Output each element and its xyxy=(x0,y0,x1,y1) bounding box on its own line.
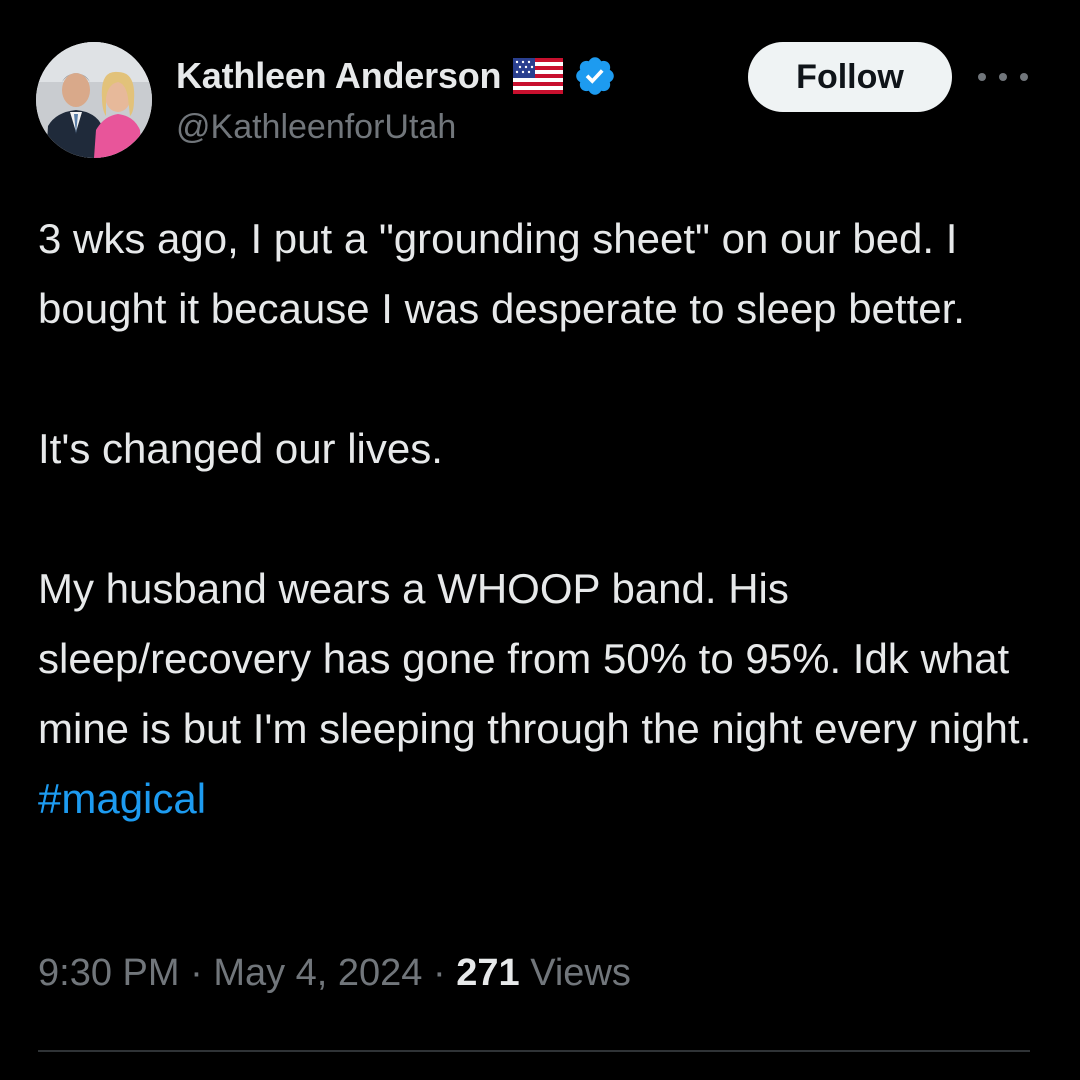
tweet-paragraph-2: It's changed our lives. xyxy=(38,425,443,472)
more-options-icon[interactable] xyxy=(978,60,1028,94)
author-display-name[interactable]: Kathleen Anderson xyxy=(176,55,502,97)
avatar[interactable] xyxy=(36,42,152,158)
tweet-date[interactable]: May 4, 2024 xyxy=(213,952,422,994)
more-dot xyxy=(1020,73,1028,81)
tweet-paragraph-3-text: My husband wears a WHOOP band. His sleep… xyxy=(38,565,1032,752)
follow-button[interactable]: Follow xyxy=(748,42,952,112)
tweet-time[interactable]: 9:30 PM xyxy=(38,952,180,994)
verified-badge-icon xyxy=(573,54,617,98)
more-dot xyxy=(978,73,986,81)
more-dot xyxy=(999,73,1007,81)
author-handle[interactable]: @KathleenforUtah xyxy=(176,108,456,147)
meta-separator: · xyxy=(190,952,203,994)
tweet-card: Kathleen Anderson @KathleenforUtah Follo… xyxy=(0,0,1080,1080)
avatar-photo-icon xyxy=(36,42,152,158)
divider xyxy=(38,1050,1030,1052)
views-label: Views xyxy=(530,952,631,994)
meta-separator: · xyxy=(433,952,446,994)
tweet-metadata: 9:30 PM · May 4, 2024 · 271 Views xyxy=(38,952,631,995)
author-name-row: Kathleen Anderson xyxy=(176,50,617,102)
tweet-paragraph-3: My husband wears a WHOOP band. His sleep… xyxy=(38,554,1048,834)
tweet-text: 3 wks ago, I put a "grounding sheet" on … xyxy=(38,204,1048,834)
views-count: 271 xyxy=(456,952,520,994)
hashtag-link[interactable]: #magical xyxy=(38,775,206,822)
us-flag-icon xyxy=(513,58,564,94)
tweet-paragraph-1: 3 wks ago, I put a "grounding sheet" on … xyxy=(38,215,965,332)
